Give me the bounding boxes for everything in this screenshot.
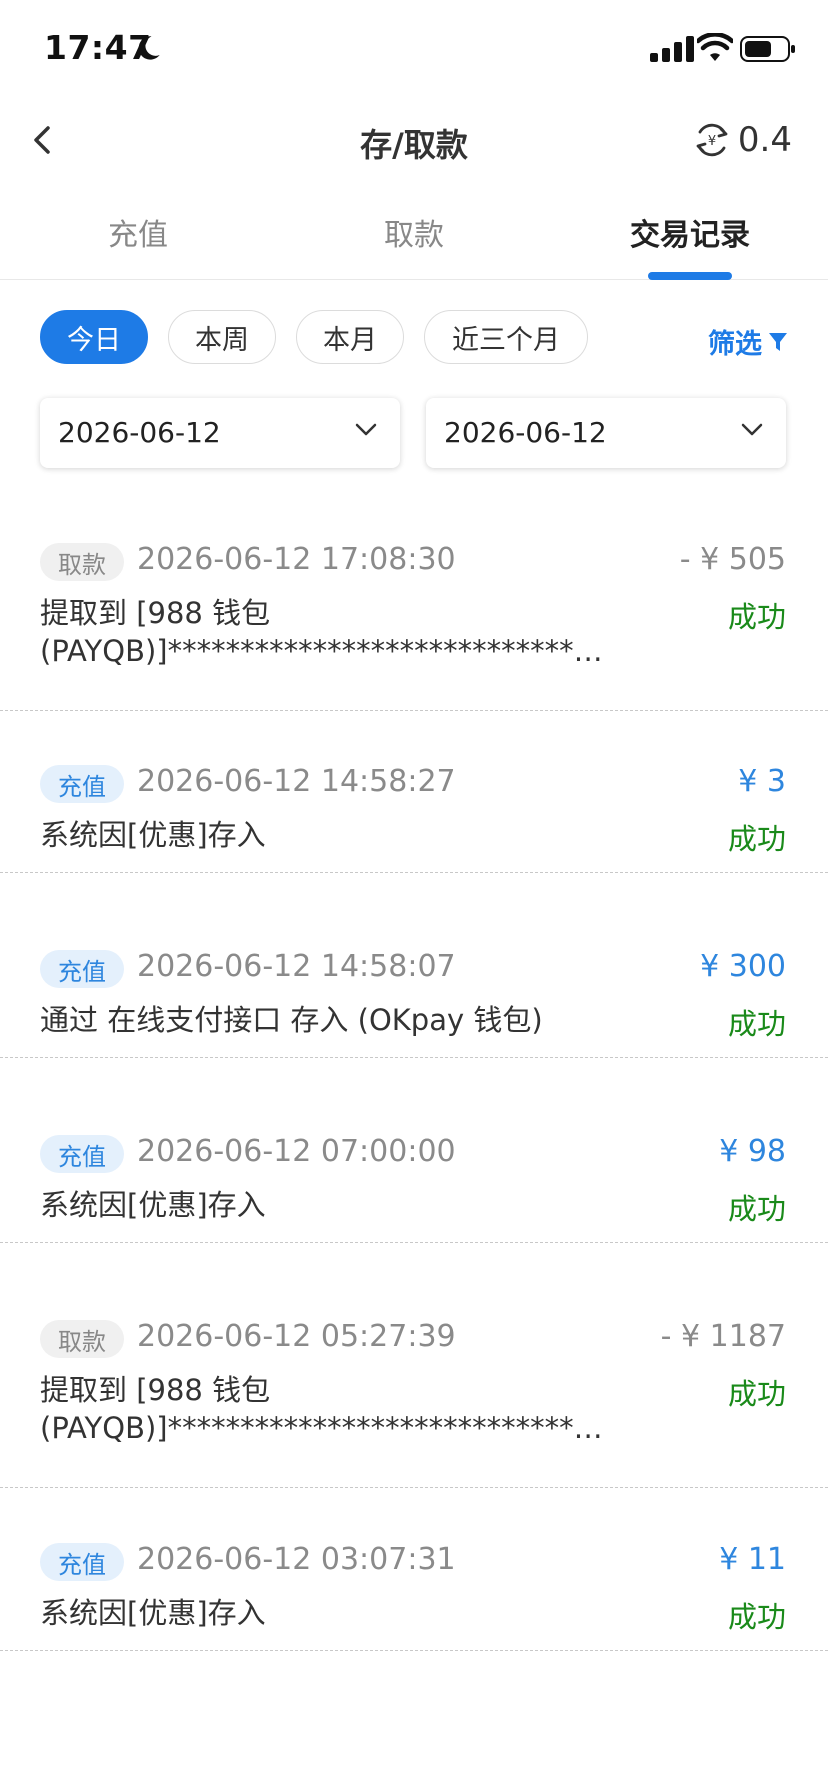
chevron-down-icon [355,423,377,436]
transaction-row[interactable]: 充值 2026-06-12 03:07:31 ¥ 11 系统因[优惠]存入 成功 [0,1520,828,1651]
filter-chip-this-week[interactable]: 本周 [168,310,276,364]
filter-chip-this-month[interactable]: 本月 [296,310,404,364]
transaction-row[interactable]: 充值 2026-06-12 07:00:00 ¥ 98 系统因[优惠]存入 成功 [0,1112,828,1243]
transaction-description: 系统因[优惠]存入 [40,1594,620,1632]
transaction-description-line: 提取到 [988 钱包 [40,1373,271,1407]
start-date-select[interactable]: 2026-06-12 [40,398,400,468]
transaction-status: 成功 [727,1007,786,1041]
transaction-amount: ¥ 300 [700,949,786,984]
signal-icon [650,36,694,62]
tab-deposit[interactable]: 充值 [108,210,168,254]
transaction-description: 通过 在线支付接口 存入 (OKpay 钱包) [40,1001,620,1039]
transaction-row[interactable]: 充值 2026-06-12 14:58:07 ¥ 300 通过 在线支付接口 存… [0,927,828,1058]
transaction-type-badge: 取款 [40,543,124,581]
transaction-type-badge: 充值 [40,950,124,988]
transaction-time: 2026-06-12 14:58:07 [137,949,456,984]
transaction-status: 成功 [727,600,786,634]
currency-exchange-icon: ¥ [696,123,728,157]
transaction-description: 系统因[优惠]存入 [40,816,620,854]
transaction-status: 成功 [727,1377,786,1411]
transaction-description-line: (PAYQB)]******************************..… [40,634,605,668]
chevron-down-icon [741,423,763,436]
transaction-description-line: 通过 在线支付接口 存入 (OKpay 钱包) [40,1003,543,1037]
transaction-row[interactable]: 取款 2026-06-12 05:27:39 - ¥ 1187 提取到 [988… [0,1297,828,1488]
start-date-value: 2026-06-12 [58,416,221,449]
transaction-amount: ¥ 3 [738,764,786,799]
transaction-description-line: 系统因[优惠]存入 [40,818,266,852]
transaction-description-line: 提取到 [988 钱包 [40,596,271,630]
transaction-amount: ¥ 11 [719,1542,786,1577]
transaction-row[interactable]: 取款 2026-06-12 17:08:30 - ¥ 505 提取到 [988 … [0,520,828,711]
transaction-description: 提取到 [988 钱包 (PAYQB)]********************… [40,594,620,670]
moon-icon [138,36,160,60]
tab-bar: 充值 取款 交易记录 [0,196,828,280]
transaction-description: 提取到 [988 钱包 (PAYQB)]********************… [40,1371,620,1447]
svg-text:¥: ¥ [708,134,716,149]
transaction-status: 成功 [727,822,786,856]
balance-value: 0.4 [737,120,792,160]
transaction-time: 2026-06-12 07:00:00 [137,1134,456,1169]
balance-refresh-button[interactable]: ¥ 0.4 [692,118,792,162]
transaction-list: 取款 2026-06-12 17:08:30 - ¥ 505 提取到 [988 … [0,500,828,1720]
transaction-type-badge: 取款 [40,1320,124,1358]
transaction-time: 2026-06-12 14:58:27 [137,764,456,799]
transaction-type-badge: 充值 [40,1543,124,1581]
filter-button[interactable]: 筛选 [708,322,788,361]
filter-chip-last-three-months[interactable]: 近三个月 [424,310,588,364]
active-tab-indicator [648,272,732,280]
transaction-description-line: 系统因[优惠]存入 [40,1188,266,1222]
transaction-description-line: 系统因[优惠]存入 [40,1596,266,1630]
transaction-amount: - ¥ 1187 [660,1319,786,1354]
wifi-icon [697,33,733,61]
status-bar: 17:47 [0,0,828,100]
end-date-select[interactable]: 2026-06-12 [426,398,786,468]
transaction-status: 成功 [727,1600,786,1634]
tab-withdraw[interactable]: 取款 [384,210,444,254]
transaction-description-line: (PAYQB)]******************************..… [40,1411,605,1445]
filter-label: 筛选 [708,329,762,360]
tab-transaction-records[interactable]: 交易记录 [630,210,750,254]
transaction-row[interactable]: 充值 2026-06-12 14:58:27 ¥ 3 系统因[优惠]存入 成功 [0,742,828,873]
battery-icon [740,36,795,62]
transaction-status: 成功 [727,1192,786,1226]
transaction-type-badge: 充值 [40,765,124,803]
transaction-time: 2026-06-12 17:08:30 [137,542,456,577]
transaction-type-badge: 充值 [40,1135,124,1173]
transaction-time: 2026-06-12 03:07:31 [137,1542,456,1577]
filter-chip-today[interactable]: 今日 [40,310,148,364]
page-header: 存/取款 ¥ 0.4 [0,100,828,180]
transaction-description: 系统因[优惠]存入 [40,1186,620,1224]
transaction-amount: - ¥ 505 [679,542,786,577]
transaction-time: 2026-06-12 05:27:39 [137,1319,456,1354]
transaction-amount: ¥ 98 [719,1134,786,1169]
list-bottom-mask [0,1700,828,1792]
funnel-icon [769,332,787,351]
end-date-value: 2026-06-12 [444,416,607,449]
